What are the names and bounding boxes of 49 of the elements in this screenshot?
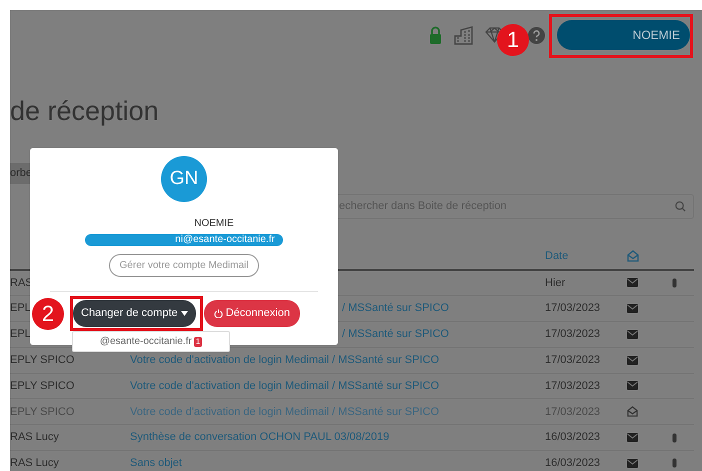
- envelope-icon: [627, 356, 638, 365]
- subject-link[interactable]: Votre code d'activation de login Medimail / MSSanté sur SPICO: [130, 380, 440, 392]
- date-cell-text: 17/03/2023: [545, 378, 602, 394]
- table-row[interactable]: RAS Lucy Sans objet 16/03/2023: [10, 451, 694, 471]
- subject-link[interactable]: Votre code d'activation de login Medimail / MSSanté sur SPICO: [130, 354, 440, 366]
- count-badge: 1: [194, 336, 202, 346]
- caret-icon: [180, 310, 188, 316]
- page-title: de réception: [10, 98, 160, 125]
- date-cell-text: 16/03/2023: [545, 430, 602, 446]
- date-cell-text: 17/03/2023: [545, 327, 602, 342]
- help-icon[interactable]: [528, 26, 545, 44]
- subject-link[interactable]: Synthèse de conversation OCHON PAUL 03/08/2019: [130, 431, 390, 444]
- sender-name: RAS Lucy: [10, 431, 59, 444]
- logout-button[interactable]: Déconnexion: [204, 300, 300, 326]
- envelope-icon: [627, 278, 638, 288]
- sender-name: EPLY SPICO: [10, 354, 74, 366]
- account-menu-item[interactable]: @esante-occitanie.fr 1: [72, 331, 230, 352]
- sender-name: EPLY SPICO: [10, 380, 74, 392]
- avatar: GN: [161, 156, 207, 202]
- manage-account-button[interactable]: Gérer votre compte Medimail: [108, 254, 260, 277]
- user-name: NOEMIE: [193, 218, 234, 230]
- building-icon[interactable]: [454, 26, 473, 44]
- envelope-icon: [627, 458, 638, 468]
- table-row[interactable]: EPLY SPICO Votre code d'activation de login Medimail / MSSanté sur SPICO 17/03/2023: [10, 374, 694, 400]
- column-header[interactable]: Date: [545, 250, 568, 262]
- email-address: ni@esante-occitanie.fr: [85, 234, 283, 246]
- diamond-icon[interactable]: [485, 27, 504, 43]
- date-cell-text: 16/03/2023: [545, 456, 602, 471]
- sender-name: RAS Lucy: [10, 457, 59, 470]
- envelope-icon: [627, 433, 638, 442]
- date-cell-text: Hier: [545, 276, 566, 291]
- date-cell-text: 17/03/2023: [545, 353, 602, 368]
- power-icon: [214, 308, 223, 318]
- table-row[interactable]: RAS Lucy Synthèse de conversation OCHON PAUL 03/08/2019 16/03/2023: [10, 425, 694, 452]
- search-icon[interactable]: [675, 200, 686, 212]
- envelope-open-icon[interactable]: [627, 250, 639, 262]
- sender-name: EPL: [10, 328, 31, 340]
- subject-link[interactable]: / MSSanté sur SPICO: [342, 302, 449, 314]
- envelope-open-icon: [627, 406, 638, 418]
- subject-link[interactable]: / MSSanté sur SPICO: [342, 328, 449, 340]
- envelope-icon: [627, 330, 638, 339]
- lock-icon[interactable]: [429, 26, 442, 44]
- switch-account-button[interactable]: Changer de compte: [73, 300, 196, 326]
- subject-link[interactable]: Sans objet: [130, 457, 182, 470]
- account-button[interactable]: NOEMIE: [557, 20, 690, 50]
- date-cell-text: 17/03/2023: [545, 301, 602, 316]
- envelope-icon: [627, 381, 638, 390]
- envelope-icon: [627, 304, 638, 314]
- sender-name: EPL: [10, 302, 31, 314]
